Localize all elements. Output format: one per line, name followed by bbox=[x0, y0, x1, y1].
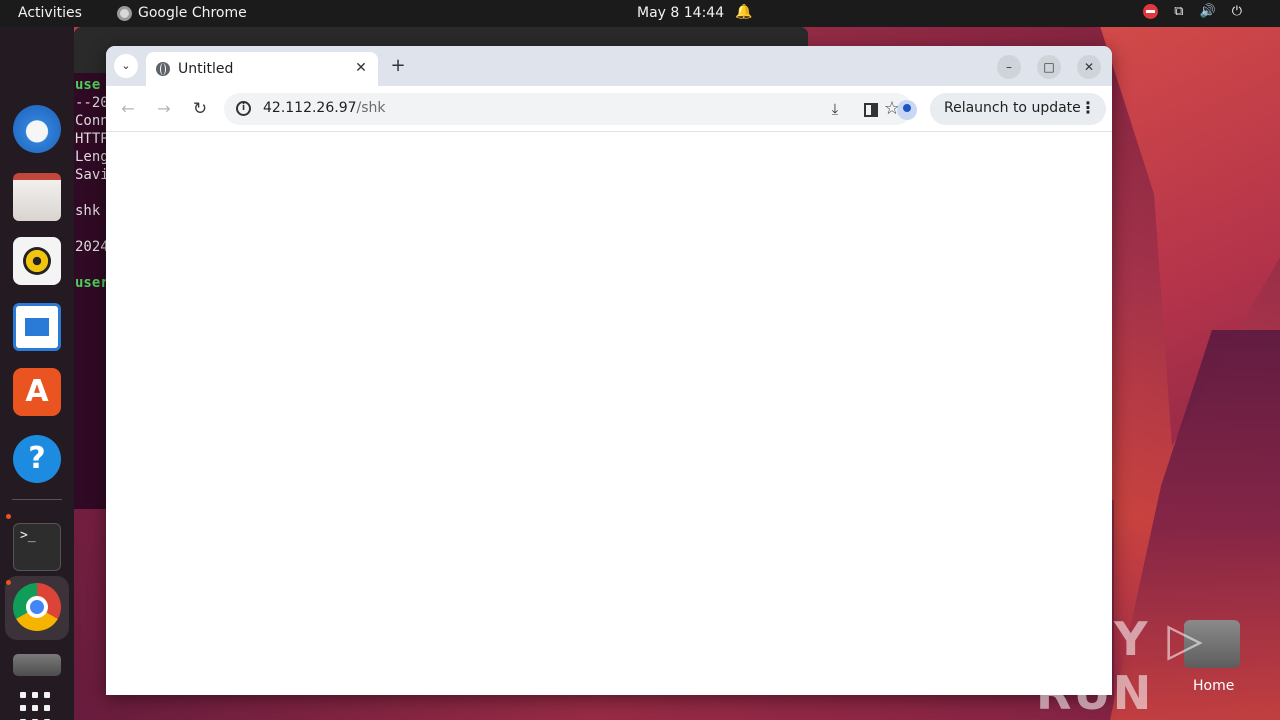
terminal-line: Leng bbox=[75, 149, 109, 165]
chrome-window[interactable]: ⌄ Untitled ✕ + – □ ✕ ← → ↻ i 42.112.26.9… bbox=[106, 46, 1112, 695]
tab-strip: ⌄ Untitled ✕ + – □ ✕ bbox=[106, 46, 1112, 86]
terminal-icon[interactable]: >_ bbox=[13, 523, 61, 571]
notification-bell-icon[interactable]: 🔔 bbox=[735, 4, 752, 20]
app-menu[interactable]: Google Chrome bbox=[117, 5, 247, 21]
download-icon[interactable]: ⤓ bbox=[824, 98, 846, 120]
volume-icon: 🔊 bbox=[1199, 4, 1216, 19]
tab-untitled[interactable]: Untitled ✕ bbox=[146, 52, 378, 86]
url-path: /shk bbox=[356, 100, 386, 116]
recording-stop-icon[interactable] bbox=[1143, 4, 1159, 19]
relaunch-label: Relaunch to update bbox=[944, 100, 1081, 116]
terminal-line: HTTP bbox=[75, 131, 109, 147]
dock: A ? >_ bbox=[0, 27, 74, 720]
globe-icon bbox=[156, 62, 170, 76]
terminal-line: user bbox=[75, 275, 109, 291]
relaunch-to-update-button[interactable]: Relaunch to update ⋮ bbox=[930, 93, 1106, 125]
chrome-icon bbox=[117, 5, 132, 21]
more-menu-icon[interactable]: ⋮ bbox=[1080, 98, 1096, 117]
drive-icon[interactable] bbox=[13, 654, 61, 676]
toolbar: ← → ↻ i 42.112.26.97/shk ☆ ⤓ Relaunch to… bbox=[106, 86, 1112, 132]
page-content[interactable] bbox=[106, 132, 1112, 695]
terminal-line: 2024 bbox=[75, 239, 109, 255]
side-panel-icon[interactable] bbox=[860, 98, 882, 120]
terminal-line: --20 bbox=[75, 95, 109, 111]
site-info-icon[interactable]: i bbox=[236, 101, 251, 116]
profile-avatar-icon[interactable] bbox=[896, 98, 918, 120]
terminal-line: Savi bbox=[75, 167, 109, 183]
clock[interactable]: May 8 14:44 bbox=[637, 5, 724, 21]
tab-search-chevron-icon[interactable]: ⌄ bbox=[114, 54, 138, 78]
system-tray[interactable]: ⧉ 🔊 ⏻ bbox=[1143, 4, 1242, 19]
running-indicator bbox=[6, 514, 11, 519]
terminal-line: use bbox=[75, 77, 101, 93]
terminal-output: use --20 Conn HTTP Leng Savi shk 2024 us… bbox=[75, 76, 109, 292]
libreoffice-writer-icon[interactable] bbox=[13, 303, 61, 351]
tab-title: Untitled bbox=[178, 61, 234, 77]
show-apps-icon[interactable] bbox=[20, 692, 54, 720]
app-name: Google Chrome bbox=[138, 5, 247, 21]
new-tab-button[interactable]: + bbox=[388, 56, 408, 76]
minimize-button[interactable]: – bbox=[997, 55, 1021, 79]
tab-close-icon[interactable]: ✕ bbox=[352, 59, 370, 77]
terminal-line: shk bbox=[75, 203, 101, 219]
terminal-line: Conn bbox=[75, 113, 109, 129]
running-indicator bbox=[6, 580, 11, 585]
close-window-button[interactable]: ✕ bbox=[1077, 55, 1101, 79]
watermark-logo: ANY ▷ RUN bbox=[1036, 612, 1205, 720]
top-bar: Activities Google Chrome May 8 14:44 🔔 ⧉… bbox=[0, 0, 1280, 27]
rhythmbox-icon[interactable] bbox=[13, 237, 61, 285]
chrome-dock-icon[interactable] bbox=[13, 583, 61, 631]
maximize-button[interactable]: □ bbox=[1037, 55, 1061, 79]
url-text[interactable]: 42.112.26.97/shk bbox=[263, 100, 386, 116]
address-bar[interactable]: i 42.112.26.97/shk ☆ bbox=[224, 93, 912, 125]
thunderbird-icon[interactable] bbox=[13, 105, 61, 153]
activities-button[interactable]: Activities bbox=[18, 5, 82, 21]
url-host: 42.112.26.97 bbox=[263, 100, 357, 116]
app-center-icon[interactable]: A bbox=[13, 368, 61, 416]
power-icon: ⏻ bbox=[1231, 4, 1242, 19]
network-icon: ⧉ bbox=[1174, 4, 1184, 19]
back-button[interactable]: ← bbox=[117, 98, 139, 120]
help-icon[interactable]: ? bbox=[13, 435, 61, 483]
home-label[interactable]: Home bbox=[1193, 678, 1234, 694]
files-icon[interactable] bbox=[13, 173, 61, 221]
forward-button[interactable]: → bbox=[153, 98, 175, 120]
reload-button[interactable]: ↻ bbox=[189, 98, 211, 120]
dock-separator bbox=[12, 499, 62, 500]
